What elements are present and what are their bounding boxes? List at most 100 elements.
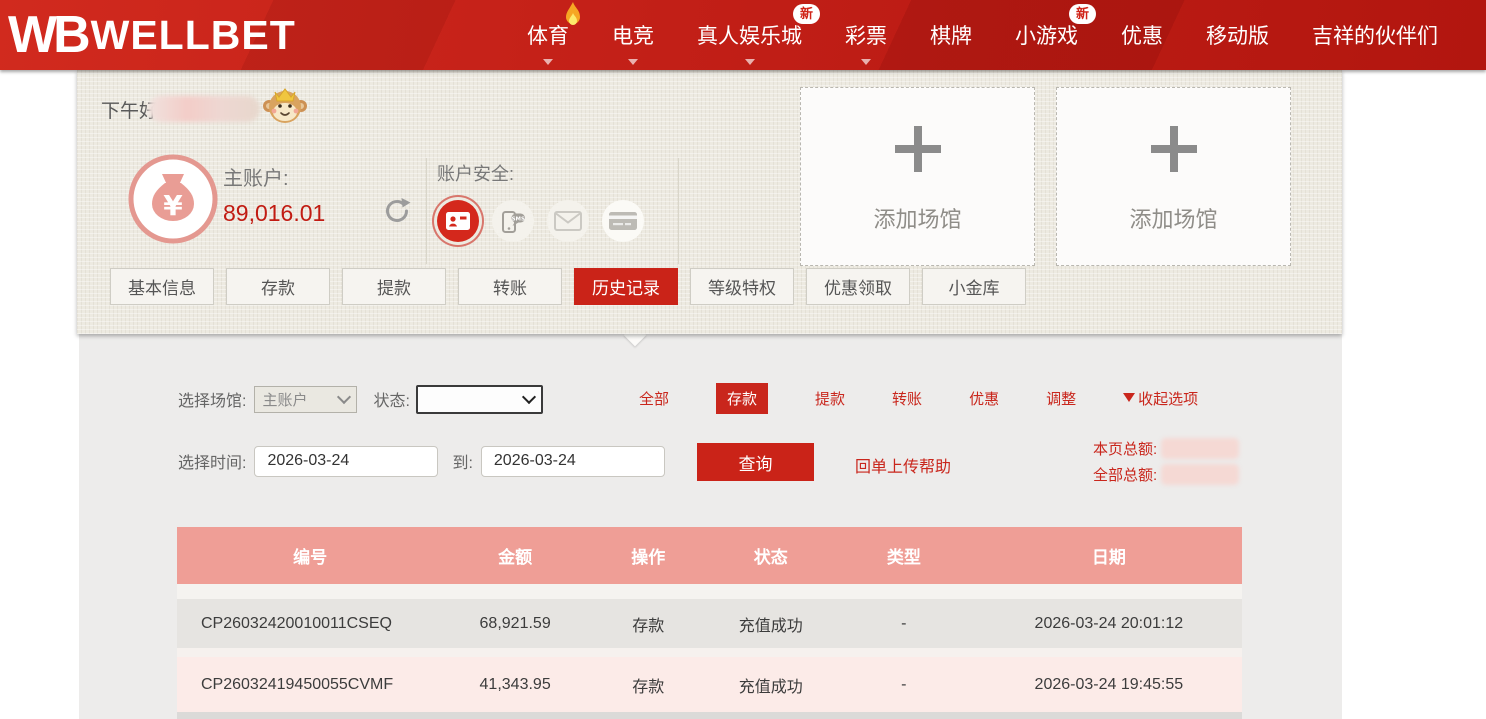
top-navbar: WB WELLBET 体育 电竞 真人娱乐城 新 彩票 棋牌	[0, 0, 1486, 70]
nav-item[interactable]: 电竞	[612, 0, 654, 70]
venue-select[interactable]: 主账户	[254, 386, 357, 413]
chevron-down-icon	[337, 390, 351, 404]
totals: 本页总额: 全部总额:	[1093, 438, 1239, 485]
add-venue-card[interactable]: 添加场馆	[800, 87, 1035, 266]
logo-text: WELLBET	[91, 12, 296, 59]
to-label: 到:	[452, 449, 472, 473]
date-to-input[interactable]	[481, 446, 665, 477]
monkey-avatar	[262, 80, 308, 131]
wellbet-logo[interactable]: WB WELLBET	[8, 0, 296, 70]
money-bag-icon: ¥	[127, 153, 219, 250]
cell-type: -	[832, 676, 976, 694]
main-account-label: 主账户:	[223, 162, 325, 191]
history-type-filter[interactable]: 优惠	[969, 388, 999, 409]
table-row-partial	[177, 712, 1242, 719]
greeting: 下午好	[101, 86, 308, 132]
receipt-upload-help-link[interactable]: 回单上传帮助	[855, 453, 951, 477]
divider	[426, 158, 427, 264]
history-type-filters: 全部 存款 提款 转账 优惠 调整 收起选项	[639, 382, 1198, 414]
bank-card-icon[interactable]	[602, 200, 644, 242]
add-venue-label: 添加场馆	[1129, 202, 1217, 234]
nav-item-label: 移动版	[1206, 20, 1269, 50]
add-venue-card[interactable]: 添加场馆	[1056, 87, 1291, 266]
divider	[678, 158, 679, 264]
sms-icon[interactable]: SMS	[492, 200, 534, 242]
mail-icon[interactable]	[547, 200, 589, 242]
nav-item-label: 电竞	[612, 20, 654, 50]
status-filter-label: 状态:	[373, 387, 409, 411]
history-section: 选择场馆: 主账户 状态: 全部存款提款转账优惠调整收起选项 选择时间: 到: …	[79, 334, 1342, 719]
history-type-filter[interactable]: 转账	[892, 388, 922, 409]
chevron-down-icon	[628, 59, 638, 65]
cell-status: 充值成功	[709, 673, 831, 697]
account-tabs: 基本信息存款提款转账历史记录等级特权优惠领取小金库	[110, 268, 1026, 305]
table-header-cell: 日期	[976, 543, 1242, 568]
chevron-down-icon	[861, 59, 871, 65]
nav-item-label: 真人娱乐城	[697, 20, 802, 50]
venue-filter-label: 选择场馆:	[178, 387, 246, 411]
account-tab[interactable]: 提款	[342, 268, 446, 305]
time-filter-label: 选择时间:	[178, 449, 246, 473]
table-row: CP26032420010011CSEQ 68,921.59 存款 充值成功 -…	[177, 599, 1242, 648]
cell-id: CP26032420010011CSEQ	[177, 615, 443, 633]
cell-amount: 68,921.59	[443, 615, 587, 633]
account-tab[interactable]: 基本信息	[110, 268, 214, 305]
add-venue-label: 添加场馆	[873, 202, 961, 234]
nav-item[interactable]: 彩票	[845, 0, 887, 70]
nav-item-label: 吉祥的伙伴们	[1312, 20, 1438, 50]
account-tab[interactable]: 历史记录	[574, 268, 678, 305]
account-panel: 下午好 ¥	[77, 70, 1342, 334]
nav-item[interactable]: 棋牌	[930, 0, 972, 70]
nav-item[interactable]: 体育	[527, 0, 569, 70]
account-tab[interactable]: 存款	[226, 268, 330, 305]
history-type-filter[interactable]: 存款	[716, 383, 768, 414]
cell-amount: 41,343.95	[443, 676, 587, 694]
venue-select-value: 主账户	[262, 389, 307, 410]
page-total-label: 本页总额:	[1093, 438, 1157, 459]
cell-operation: 存款	[587, 673, 709, 697]
all-total-value-blurred	[1161, 464, 1239, 485]
nav-item[interactable]: 移动版	[1206, 0, 1269, 70]
page-total-value-blurred	[1161, 438, 1239, 459]
cell-status: 充值成功	[709, 612, 831, 636]
collapse-options[interactable]: 收起选项	[1123, 388, 1198, 409]
table-header-cell: 类型	[832, 543, 976, 568]
nav-item-label: 小游戏	[1015, 20, 1078, 50]
nav-item-label: 彩票	[845, 20, 887, 50]
main-account-balance: 89,016.01	[223, 200, 325, 227]
history-table: 编号金额操作状态类型日期 CP26032420010011CSEQ 68,921…	[177, 527, 1242, 719]
cell-operation: 存款	[587, 612, 709, 636]
svg-text:¥: ¥	[163, 189, 183, 222]
all-total-label: 全部总额:	[1093, 464, 1157, 485]
date-from-input[interactable]	[254, 446, 438, 477]
history-type-filter[interactable]: 提款	[815, 388, 845, 409]
nav-item[interactable]: 小游戏 新	[1015, 0, 1078, 70]
nav-item[interactable]: 优惠	[1121, 0, 1163, 70]
table-header-row: 编号金额操作状态类型日期	[177, 527, 1242, 584]
query-button[interactable]: 查询	[697, 443, 814, 481]
table-header-cell: 编号	[177, 543, 443, 568]
page: WB WELLBET 体育 电竞 真人娱乐城 新 彩票 棋牌	[0, 0, 1486, 719]
chevron-down-icon	[522, 390, 536, 404]
cell-date: 2026-03-24 20:01:12	[976, 615, 1242, 633]
account-tab[interactable]: 转账	[458, 268, 562, 305]
refresh-balance-icon[interactable]	[382, 196, 412, 226]
cell-type: -	[832, 615, 976, 633]
nav-item-label: 优惠	[1121, 20, 1163, 50]
id-card-icon[interactable]	[437, 200, 479, 242]
history-type-filter[interactable]: 全部	[639, 388, 669, 409]
account-tab[interactable]: 小金库	[922, 268, 1026, 305]
security-icons: SMS	[437, 200, 644, 242]
table-header-cell: 操作	[587, 543, 709, 568]
nav-item[interactable]: 吉祥的伙伴们	[1312, 0, 1438, 70]
account-tab[interactable]: 优惠领取	[806, 268, 910, 305]
nav-item[interactable]: 真人娱乐城 新	[697, 0, 802, 70]
chevron-down-icon	[745, 59, 755, 65]
status-select[interactable]	[416, 385, 543, 414]
history-type-filter[interactable]: 调整	[1046, 388, 1076, 409]
plus-icon	[895, 126, 941, 172]
collapse-options-label: 收起选项	[1138, 388, 1198, 409]
account-tab[interactable]: 等级特权	[690, 268, 794, 305]
username-blurred	[148, 96, 260, 122]
plus-icon	[1151, 126, 1197, 172]
